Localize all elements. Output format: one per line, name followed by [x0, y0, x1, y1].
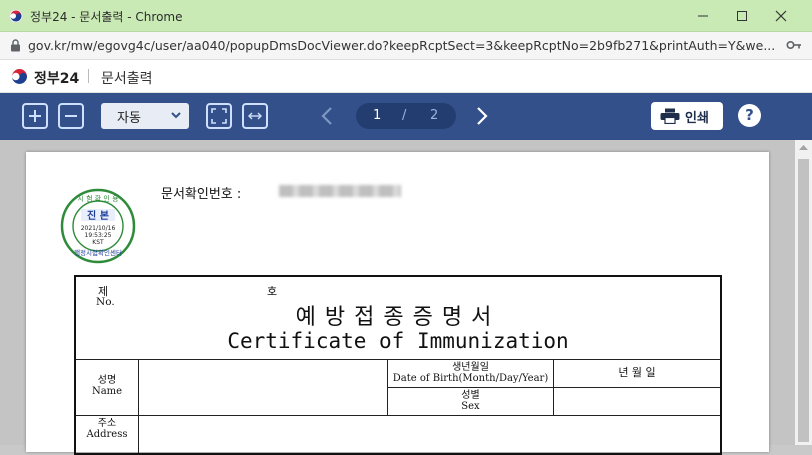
- zoom-out-button[interactable]: [58, 103, 84, 129]
- seal-time: 19:53:25: [85, 232, 112, 239]
- site-brand[interactable]: 정부24: [34, 68, 79, 88]
- name-header: 성명 Name: [76, 375, 138, 397]
- lock-icon: [11, 39, 20, 52]
- page-indicator: 1 / 2: [356, 103, 456, 129]
- page-title: 문서출력: [101, 71, 153, 87]
- gov24-logo-icon[interactable]: [10, 67, 29, 86]
- help-button[interactable]: ?: [738, 104, 761, 127]
- fit-width-icon: [248, 112, 262, 120]
- url-text[interactable]: gov.kr/mw/egovg4c/user/aa040/popupDmsDoc…: [28, 38, 783, 53]
- printer-icon: [660, 108, 680, 124]
- address-bar[interactable]: gov.kr/mw/egovg4c/user/aa040/popupDmsDoc…: [0, 32, 812, 60]
- sex-header: 성별 Sex: [388, 390, 553, 412]
- birth-header: 생년월일 Date of Birth(Month/Day/Year): [388, 362, 553, 384]
- close-button[interactable]: [766, 4, 796, 28]
- scroll-up-icon[interactable]: [799, 144, 808, 151]
- viewer-toolbar: 자동 1 / 2 인쇄 ?: [0, 93, 812, 140]
- total-pages: 2: [430, 108, 439, 123]
- seal-top-text: 시 험 확 인 용: [77, 194, 119, 203]
- sex-label-en: Sex: [461, 401, 480, 412]
- table-line: [76, 415, 720, 416]
- fit-page-icon: [211, 108, 227, 124]
- minimize-icon: [698, 15, 708, 17]
- maximize-button[interactable]: [727, 4, 757, 28]
- seal-date: 2021/10/16: [81, 225, 116, 232]
- sex-label-ko: 성별: [461, 390, 480, 401]
- name-label-ko: 성명: [97, 375, 117, 386]
- seal-zone: KST: [92, 239, 104, 246]
- certificate-title-en: Certificate of Immunization: [227, 329, 569, 353]
- address-header: 주소 Address: [76, 418, 138, 440]
- minimize-button[interactable]: [688, 4, 718, 28]
- site-header: 정부24 문서출력: [0, 60, 812, 93]
- zoom-select[interactable]: 자동: [101, 103, 189, 129]
- next-page-icon[interactable]: [475, 105, 489, 127]
- seal-main-text: 진 본: [87, 209, 109, 222]
- fit-width-button[interactable]: [242, 103, 268, 129]
- chevron-down-icon: [171, 112, 181, 119]
- page-separator: /: [402, 108, 407, 123]
- certificate-table: 제 No. 호 예방접종증명서 Certificate of Immunizat…: [74, 275, 722, 455]
- window-title: 정부24 - 문서출력 - Chrome: [30, 10, 183, 24]
- document-page: 시 험 확 인 용 진 본 2021/10/16 19:53:25 KST 행정…: [26, 152, 769, 455]
- birth-label-en: Date of Birth(Month/Day/Year): [392, 373, 549, 384]
- fit-page-button[interactable]: [206, 103, 232, 129]
- birth-value: 년 월 일: [618, 366, 656, 379]
- document-number-label: 문서확인번호 :: [161, 187, 242, 202]
- address-label-ko: 주소: [97, 418, 117, 429]
- plus-icon: [29, 110, 41, 122]
- key-icon[interactable]: [786, 38, 802, 52]
- birth-label-ko: 생년월일: [452, 362, 489, 373]
- previous-page-icon[interactable]: [320, 105, 334, 127]
- minus-icon: [65, 115, 77, 117]
- zoom-value: 자동: [117, 111, 141, 126]
- header-divider: [88, 69, 89, 83]
- certificate-title-ko: 예방접종증명서: [295, 305, 501, 330]
- window-titlebar: 정부24 - 문서출력 - Chrome: [0, 0, 812, 32]
- table-line: [76, 359, 720, 360]
- zoom-in-button[interactable]: [22, 103, 48, 129]
- vertical-scrollbar[interactable]: [795, 140, 812, 445]
- address-label-en: Address: [86, 429, 128, 440]
- gov-logo-icon: [9, 9, 23, 23]
- seal-bottom-text: 행정시험확인센터: [74, 248, 122, 257]
- scrollbar-thumb[interactable]: [798, 159, 809, 442]
- table-line: [138, 359, 139, 453]
- name-label-en: Name: [91, 386, 123, 397]
- print-button[interactable]: 인쇄: [651, 102, 723, 130]
- close-icon: [775, 10, 787, 22]
- document-number-redacted: [279, 185, 401, 197]
- authentication-seal-icon: 시 험 확 인 용 진 본 2021/10/16 19:53:25 KST 행정…: [60, 188, 136, 264]
- print-label: 인쇄: [685, 111, 709, 126]
- certificate-number-suffix: 호: [267, 285, 278, 298]
- maximize-icon: [737, 11, 747, 21]
- current-page[interactable]: 1: [373, 108, 381, 123]
